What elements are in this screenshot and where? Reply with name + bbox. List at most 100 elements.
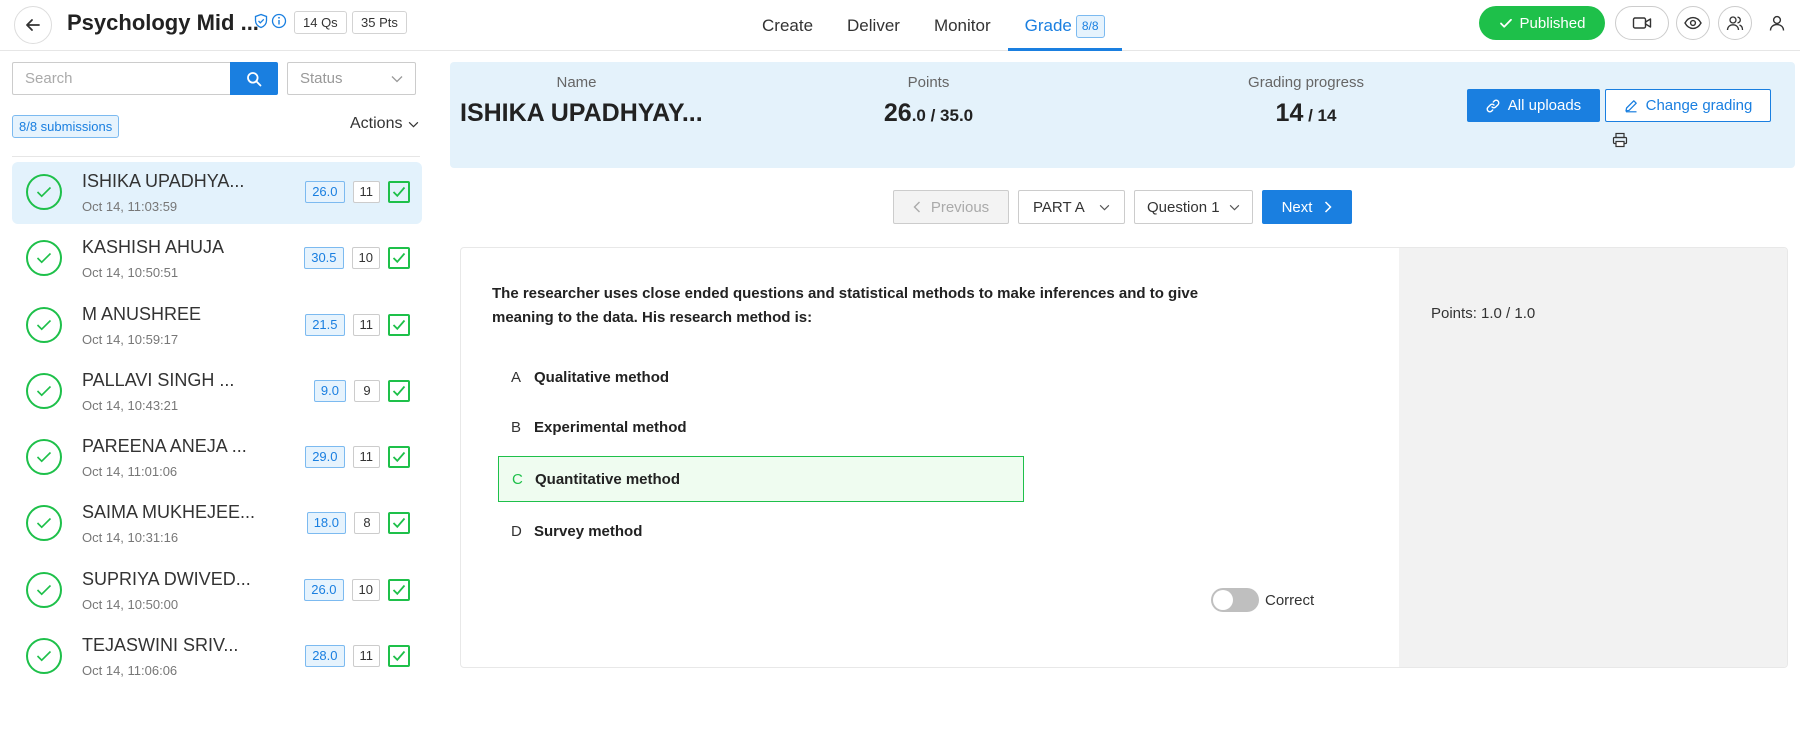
- grading-side-panel: Points: 1.0 / 1.0: [1399, 248, 1787, 667]
- submissions-badge: 8/8 submissions: [12, 115, 120, 138]
- shield-check-icon[interactable]: [253, 13, 269, 29]
- part-select[interactable]: PART A: [1018, 190, 1125, 224]
- student-row[interactable]: PALLAVI SINGH ... Oct 14, 10:43:21 9.0 9: [12, 361, 422, 423]
- share-users-button[interactable]: [1718, 6, 1752, 40]
- student-name: M ANUSHREE: [82, 303, 202, 324]
- questions-count-tag: 14 Qs: [294, 11, 347, 34]
- status-select[interactable]: Status: [287, 62, 416, 95]
- question-select[interactable]: Question 1: [1134, 190, 1253, 224]
- link-icon: [1486, 99, 1500, 112]
- attempted-count: 8: [354, 512, 380, 535]
- back-button[interactable]: [14, 6, 52, 44]
- option-letter: C: [512, 470, 523, 488]
- info-icon[interactable]: [271, 13, 287, 29]
- top-bar: Psychology Mid ... 14 Qs 35 Pts Create D…: [0, 0, 1800, 51]
- score-badge: 21.5: [305, 313, 345, 336]
- user-icon: [1769, 15, 1785, 31]
- next-label: Next: [1281, 198, 1313, 216]
- eye-icon: [1684, 16, 1702, 30]
- graded-check-icon: [26, 571, 62, 608]
- points-label: Points: [907, 74, 950, 91]
- print-button[interactable]: [1610, 130, 1630, 150]
- all-uploads-label: All uploads: [1507, 97, 1582, 114]
- option-c[interactable]: C Quantitative method: [498, 456, 1024, 502]
- checkbox-checked-icon[interactable]: [388, 313, 410, 336]
- submission-time: Oct 14, 10:31:16: [82, 530, 179, 546]
- change-grading-button[interactable]: Change grading: [1605, 89, 1771, 122]
- profile-button[interactable]: [1760, 6, 1794, 40]
- submission-time: Oct 14, 10:50:51: [82, 265, 179, 281]
- published-button[interactable]: Published: [1479, 6, 1605, 40]
- tab-grade-label: Grade: [1024, 16, 1072, 35]
- actions-dropdown[interactable]: Actions: [350, 115, 419, 133]
- chevron-down-icon: [409, 121, 419, 128]
- previous-label: Previous: [930, 198, 990, 216]
- student-row[interactable]: TEJASWINI SRIV... Oct 14, 11:06:06 28.0 …: [12, 626, 422, 688]
- student-row[interactable]: ISHIKA UPADHYA... Oct 14, 11:03:59 26.0 …: [12, 162, 422, 224]
- option-a[interactable]: A Qualitative method: [498, 354, 1024, 400]
- student-row[interactable]: PAREENA ANEJA ... Oct 14, 11:01:06 29.0 …: [12, 427, 422, 489]
- toggle-switch[interactable]: [1211, 588, 1259, 612]
- graded-check-icon: [26, 240, 62, 277]
- graded-check-icon: [26, 439, 62, 476]
- toggle-knob: [1213, 590, 1233, 610]
- search-button[interactable]: [230, 62, 278, 95]
- graded-check-icon: [26, 505, 62, 542]
- previous-button[interactable]: Previous: [893, 190, 1009, 224]
- published-label: Published: [1519, 14, 1586, 32]
- preview-button[interactable]: [1676, 6, 1710, 40]
- chevron-down-icon: [1229, 204, 1240, 210]
- tab-deliver[interactable]: Deliver: [830, 0, 917, 51]
- option-b[interactable]: B Experimental method: [498, 404, 1024, 450]
- all-uploads-button[interactable]: All uploads: [1467, 89, 1600, 122]
- checkbox-checked-icon[interactable]: [388, 578, 410, 601]
- option-text: Survey method: [534, 522, 643, 540]
- student-stats: 28.0 11: [305, 645, 410, 668]
- chevron-down-icon: [391, 75, 403, 82]
- points-rest: .0 / 35.0: [911, 106, 974, 125]
- student-list: ISHIKA UPADHYA... Oct 14, 11:03:59 26.0 …: [12, 162, 422, 692]
- checkbox-checked-icon[interactable]: [388, 181, 410, 203]
- graded-check-icon: [26, 638, 62, 675]
- submission-time: Oct 14, 10:50:00: [82, 596, 179, 612]
- name-label: Name: [556, 74, 597, 91]
- progress-main: 14: [1275, 99, 1304, 127]
- arrow-left-icon: [26, 19, 40, 31]
- points-value: 26.0 / 35.0: [870, 99, 987, 128]
- search-input[interactable]: [12, 62, 230, 95]
- correct-toggle[interactable]: Correct: [1211, 588, 1314, 612]
- submission-time: Oct 14, 11:06:06: [82, 663, 178, 679]
- checkbox-checked-icon[interactable]: [388, 645, 410, 668]
- submission-time: Oct 14, 10:59:17: [82, 331, 179, 347]
- option-d[interactable]: D Survey method: [498, 508, 1024, 554]
- student-name: TEJASWINI SRIV...: [82, 635, 239, 656]
- assessment-title: Psychology Mid ...: [67, 10, 259, 35]
- progress-label: Grading progress: [1248, 74, 1364, 91]
- next-button[interactable]: Next: [1262, 190, 1352, 224]
- tab-create[interactable]: Create: [745, 0, 830, 51]
- correct-toggle-label: Correct: [1265, 591, 1315, 609]
- score-badge: 29.0: [305, 446, 345, 469]
- student-name: PAREENA ANEJA ...: [82, 436, 247, 457]
- check-icon: [1499, 18, 1512, 28]
- part-select-value: PART A: [1033, 198, 1085, 216]
- checkbox-checked-icon[interactable]: [388, 446, 410, 469]
- checkbox-checked-icon[interactable]: [388, 379, 410, 402]
- student-row[interactable]: M ANUSHREE Oct 14, 10:59:17 21.5 11: [12, 295, 422, 357]
- student-stats: 29.0 11: [305, 446, 410, 469]
- users-icon: [1726, 16, 1744, 31]
- video-camera-icon: [1632, 17, 1652, 29]
- student-stats: 30.5 10: [304, 247, 410, 270]
- student-row[interactable]: KASHISH AHUJA Oct 14, 10:50:51 30.5 10: [12, 228, 422, 290]
- score-badge: 30.5: [304, 247, 344, 270]
- student-row[interactable]: SUPRIYA DWIVED... Oct 14, 10:50:00 26.0 …: [12, 560, 422, 622]
- checkbox-checked-icon[interactable]: [388, 247, 410, 270]
- submission-time: Oct 14, 11:01:06: [82, 464, 178, 480]
- student-row[interactable]: SAIMA MUKHEJEE... Oct 14, 10:31:16 18.0 …: [12, 493, 422, 555]
- checkbox-checked-icon[interactable]: [388, 512, 410, 535]
- tab-monitor[interactable]: Monitor: [917, 0, 1008, 51]
- actions-label: Actions: [350, 115, 403, 132]
- video-button[interactable]: [1615, 6, 1669, 40]
- option-letter: A: [511, 368, 522, 386]
- tab-grade[interactable]: Grade 8/8: [1007, 0, 1122, 51]
